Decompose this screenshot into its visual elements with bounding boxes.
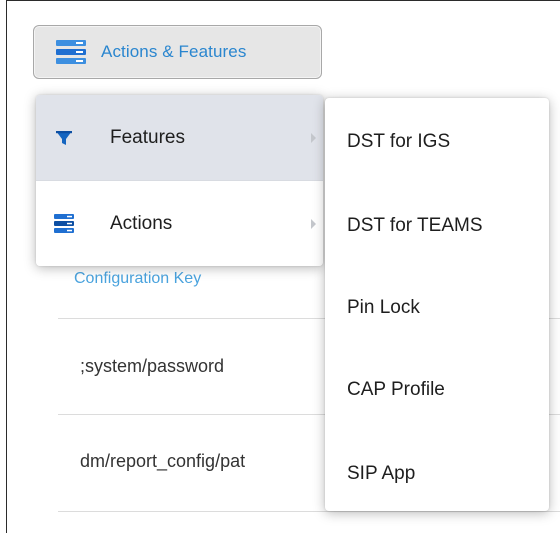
submenu-item-label: Pin Lock	[347, 297, 420, 318]
features-submenu: DST for IGS DST for TEAMS Pin Lock CAP P…	[325, 98, 549, 511]
server-stack-icon	[54, 214, 74, 233]
chevron-right-icon	[311, 132, 316, 143]
menu-item-features[interactable]: Features	[36, 95, 323, 180]
table-cell-config-key: dm/report_config/pat	[80, 451, 246, 471]
actions-features-label: Actions & Features	[101, 42, 247, 61]
submenu-item-label: DST for TEAMS	[347, 215, 483, 236]
frame-top-border	[6, 0, 560, 1]
submenu-item-label: DST for IGS	[347, 131, 451, 152]
submenu-item-cap-profile[interactable]: CAP Profile	[325, 348, 549, 432]
submenu-item-label: SIP App	[347, 463, 416, 484]
chevron-right-icon	[311, 218, 316, 229]
server-stack-icon	[56, 40, 86, 64]
submenu-item-dst-for-teams[interactable]: DST for TEAMS	[325, 184, 549, 268]
submenu-item-label: CAP Profile	[347, 379, 445, 400]
menu-item-actions[interactable]: Actions	[36, 181, 323, 266]
configuration-key-header[interactable]: Configuration Key	[74, 270, 201, 288]
menu-item-actions-label: Actions	[110, 212, 173, 234]
actions-features-button[interactable]: Actions & Features	[33, 25, 322, 79]
submenu-item-dst-for-igs[interactable]: DST for IGS	[325, 100, 549, 184]
submenu-item-sip-app[interactable]: SIP App	[325, 432, 549, 516]
actions-features-menu: Features Actions	[36, 95, 323, 266]
frame-left-border	[6, 0, 7, 533]
filter-icon	[56, 131, 72, 145]
menu-item-features-label: Features	[110, 126, 185, 148]
submenu-item-pin-lock[interactable]: Pin Lock	[325, 266, 549, 350]
table-cell-config-key: ;system/password	[80, 356, 225, 376]
